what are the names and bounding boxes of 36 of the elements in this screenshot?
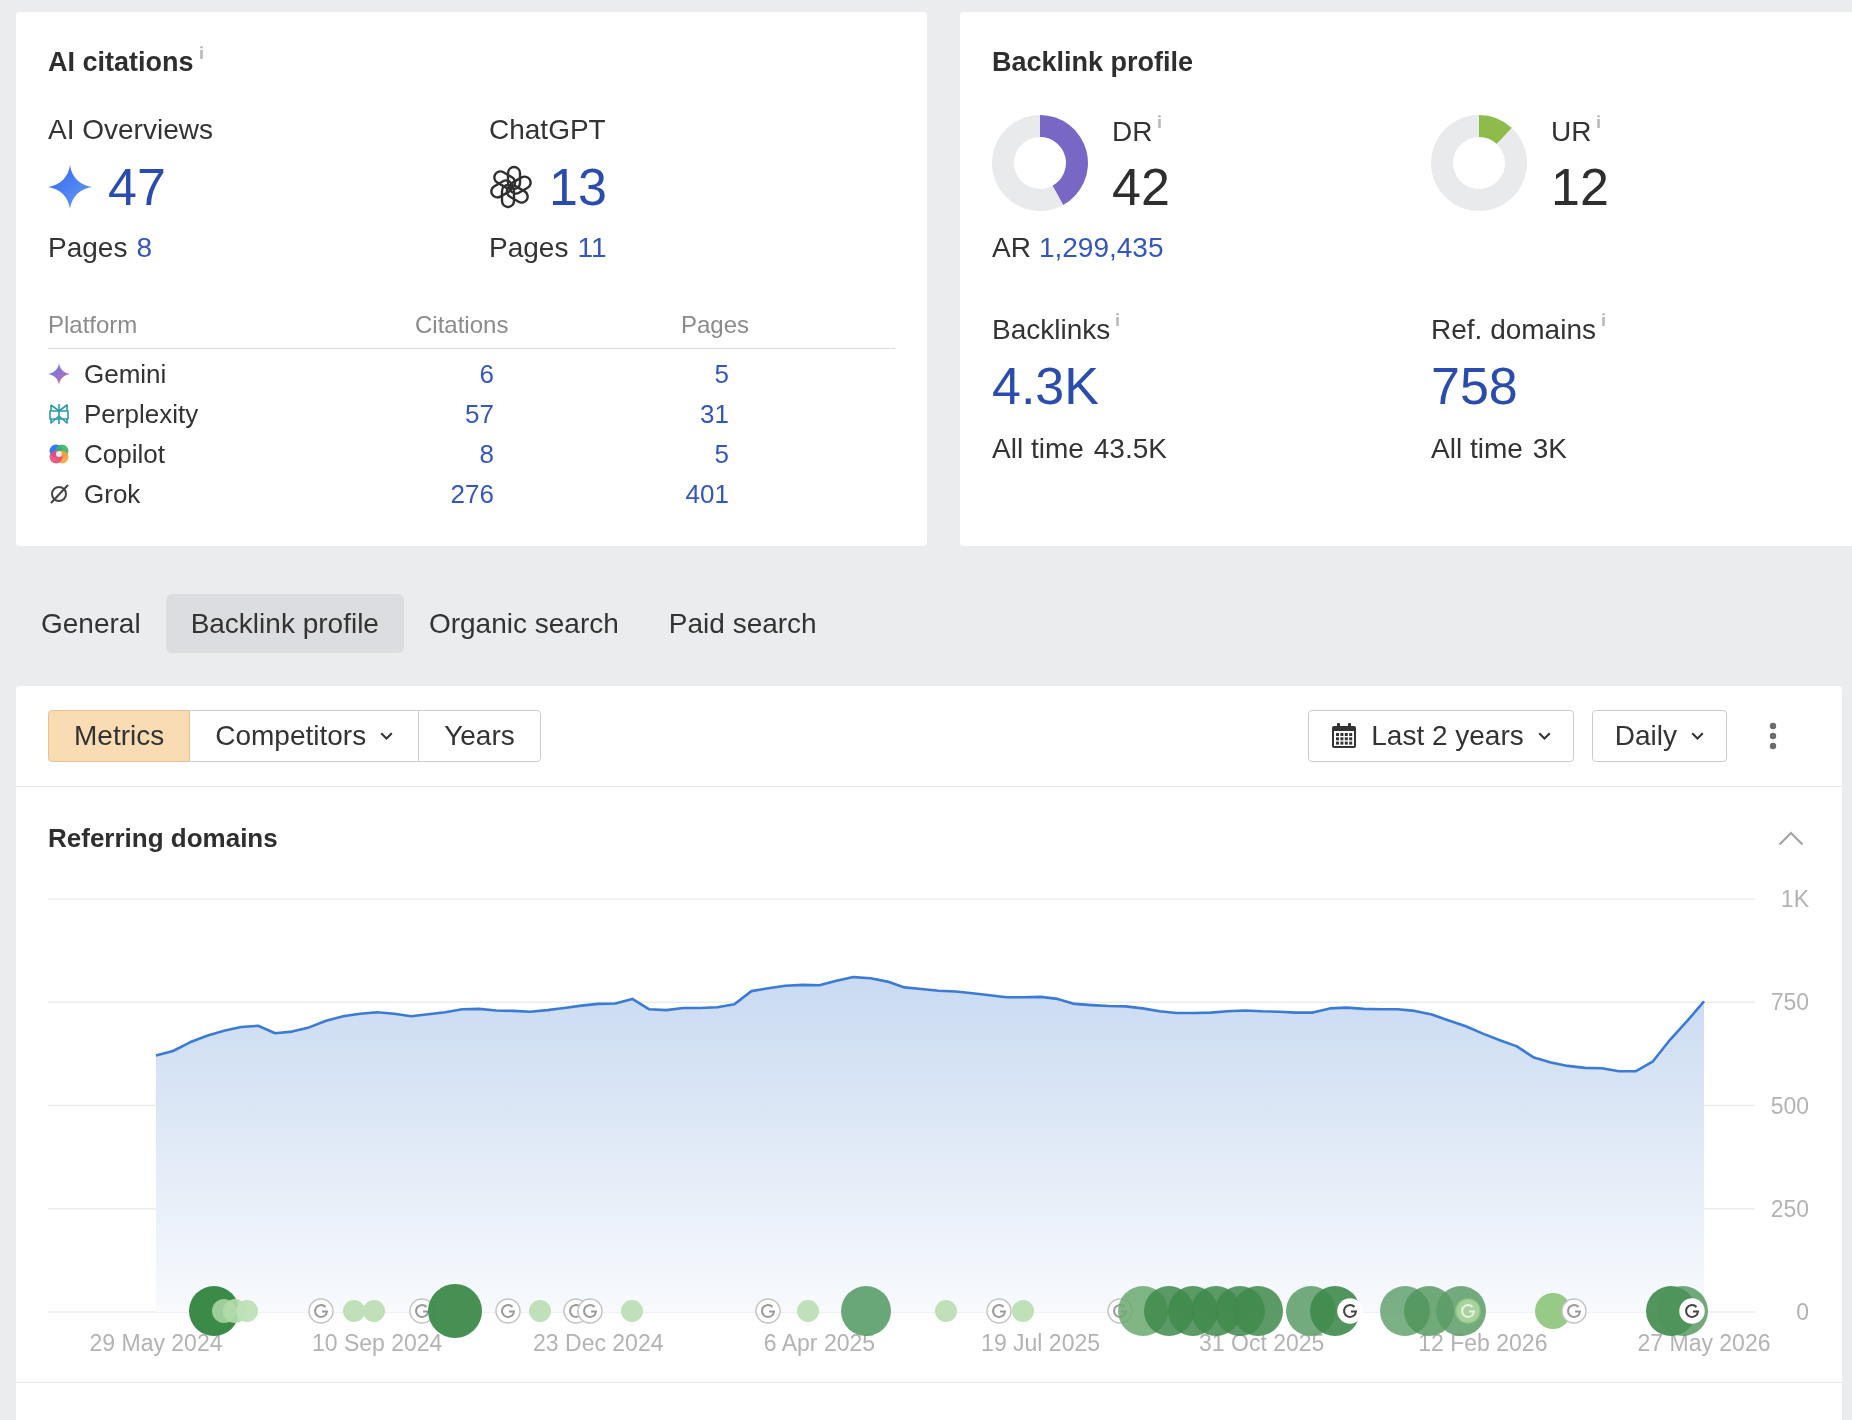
all-time-label: All time [1431, 432, 1523, 466]
axis-label: 1K [1780, 886, 1809, 912]
column-header: Platform [48, 310, 138, 340]
all-time-label: All time [992, 432, 1084, 466]
rating-value: 42 [1112, 157, 1170, 217]
engine-name: ChatGPT [489, 113, 606, 147]
rating-value: 12 [1551, 157, 1609, 217]
all-time-value: 43.5K [1093, 432, 1167, 466]
axis-label: 19 Jul 2025 [981, 1330, 1101, 1356]
rating-label: UR [1551, 115, 1592, 149]
stat-label: Ref. domains [1431, 313, 1596, 347]
platform-name: Perplexity [84, 398, 199, 431]
all-time-value: 3K [1532, 432, 1568, 466]
platform-name: Grok [84, 478, 141, 511]
column-header: Citations [415, 310, 509, 340]
axis-label: 500 [1770, 1092, 1809, 1119]
section-title: Referring domains [48, 822, 278, 854]
pages-label: Pages [489, 231, 569, 265]
axis-label: 10 Sep 2024 [311, 1330, 443, 1356]
card-title: AI citations [48, 46, 194, 78]
pages-label: Pages [48, 231, 128, 265]
axis-label: 27 May 2026 [1637, 1330, 1771, 1356]
axis-label: 12 Feb 2026 [1418, 1330, 1548, 1356]
axis-label: 750 [1770, 989, 1809, 1016]
rating-label: DR [1112, 115, 1153, 149]
axis-label: 250 [1770, 1195, 1809, 1222]
rank-label: AR [992, 231, 1031, 265]
platform-name: Copilot [84, 438, 165, 471]
stat-label: Backlinks [992, 313, 1111, 347]
engine-name: AI Overviews [48, 113, 213, 147]
card-title: Backlink profile [992, 46, 1194, 78]
axis-label: 29 May 2024 [89, 1330, 223, 1356]
column-header: Pages [681, 310, 750, 340]
axis-label: 31 Oct 2025 [1199, 1330, 1325, 1356]
axis-label: 0 [1796, 1299, 1809, 1325]
platform-name: Gemini [84, 358, 167, 391]
